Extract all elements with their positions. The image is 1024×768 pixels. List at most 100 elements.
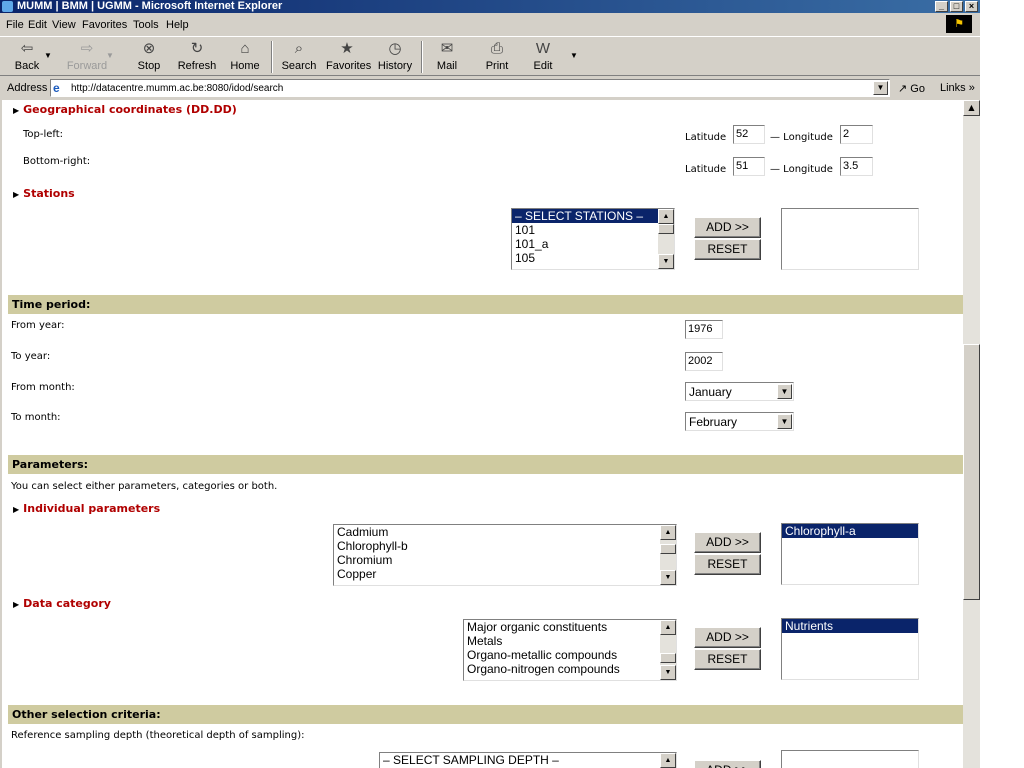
scroll-thumb[interactable] [658,224,674,234]
parameters-reset-button[interactable]: RESET [694,554,761,575]
category-add-button[interactable]: ADD >> [694,627,761,648]
home-button[interactable]: ⌂ Home [224,40,266,72]
list-item[interactable]: Copper [334,567,676,581]
maximize-button[interactable]: □ [950,1,963,12]
list-item[interactable]: Chlorophyll-b [334,539,676,553]
listbox-scrollbar[interactable]: ▲ ▼ [658,209,674,269]
menu-help[interactable]: Help [166,19,189,31]
search-icon: ⌕ [294,40,304,57]
to-year-input[interactable]: 2002 [685,352,723,371]
dropdown-arrow-icon[interactable]: ▼ [777,384,792,399]
scroll-up-icon[interactable]: ▲ [660,525,676,540]
ie-app-icon [2,1,13,12]
listbox-scrollbar[interactable]: ▲ ▼ [660,525,676,585]
parameters-add-button[interactable]: ADD >> [694,532,761,553]
list-item[interactable]: 101_a [512,237,674,251]
data-category-listbox[interactable]: Major organic constituents Metals Organo… [463,619,677,681]
standard-toolbar: ⇦ Back ▼ ⇨ Forward ▼ ⊗ Stop ↻ Refresh ⌂ Home … [0,36,980,76]
other-criteria-header: Other selection criteria: [8,705,963,724]
go-button[interactable]: ↗ Go [898,82,925,95]
address-input[interactable]: e http://datacentre.mumm.ac.be:8080/idod… [50,79,890,97]
forward-dropdown-icon[interactable]: ▼ [106,51,114,60]
history-icon: ◷ [388,40,402,57]
word-edit-icon: W [535,40,551,57]
scroll-down-icon[interactable]: ▼ [660,665,676,680]
list-item[interactable]: Nutrients [782,619,918,633]
stations-reset-button[interactable]: RESET [694,239,761,260]
scroll-up-icon[interactable]: ▲ [660,753,676,768]
top-left-longitude-input[interactable]: 2 [840,125,873,144]
bottom-right-lat-label: Latitude [685,164,727,175]
list-item[interactable]: Chlorophyll-a [782,524,918,538]
scroll-down-icon[interactable]: ▼ [660,570,676,585]
back-dropdown-icon[interactable]: ▼ [44,51,52,60]
selected-parameters-listbox[interactable]: Chlorophyll-a [781,523,919,585]
bottom-right-lon-label: — Longitude [770,164,833,175]
listbox-scrollbar[interactable]: ▲ [660,753,676,768]
close-button[interactable]: × [965,1,978,12]
list-item[interactable]: – SELECT STATIONS – [512,209,674,223]
stations-section-title: ▶ Stations [13,187,75,200]
forward-button[interactable]: ⇨ Forward [66,40,108,72]
menu-file[interactable]: File [6,19,24,31]
refresh-button[interactable]: ↻ Refresh [176,40,218,72]
parameters-header: Parameters: [8,455,963,474]
list-item[interactable]: 105 [512,251,674,265]
sampling-depth-listbox[interactable]: – SELECT SAMPLING DEPTH – ▲ [379,752,677,768]
top-left-lon-label: — Longitude [770,132,833,143]
top-left-latitude-input[interactable]: 52 [733,125,765,144]
list-item[interactable]: Metals [464,634,676,648]
list-item[interactable]: Organo-metallic compounds [464,648,676,662]
menu-view[interactable]: View [52,19,76,31]
bottom-right-longitude-input[interactable]: 3.5 [840,157,873,176]
edit-dropdown-icon[interactable]: ▼ [570,51,578,60]
address-url[interactable]: http://datacentre.mumm.ac.be:8080/idod/s… [71,83,283,94]
scroll-up-icon[interactable]: ▲ [660,620,676,635]
back-button[interactable]: ⇦ Back [6,40,48,72]
menu-tools[interactable]: Tools [133,19,159,31]
links-button[interactable]: Links » [940,82,975,94]
list-item[interactable]: Chromium [334,553,676,567]
top-left-lat-label: Latitude [685,132,727,143]
stop-button[interactable]: ⊗ Stop [128,40,170,72]
list-item[interactable]: Major organic constituents [464,620,676,634]
mail-icon: ✉ [440,40,454,57]
page-scrollbar[interactable]: ▲ [963,100,980,768]
list-item[interactable]: Cadmium [334,525,676,539]
print-button[interactable]: ⎙ Print [476,40,518,72]
selected-stations-listbox[interactable] [781,208,919,270]
scroll-up-icon[interactable]: ▲ [658,209,674,224]
individual-parameters-listbox[interactable]: Cadmium Chlorophyll-b Chromium Copper ▲ ▼ [333,524,677,586]
windows-logo-icon: ⚑ [946,15,972,33]
search-button[interactable]: ⌕ Search [278,40,320,72]
to-month-select[interactable]: February ▼ [685,412,794,431]
edit-button[interactable]: W Edit [522,40,564,72]
from-year-input[interactable]: 1976 [685,320,723,339]
list-item[interactable]: 101 [512,223,674,237]
depth-add-button[interactable]: ADD >> [694,760,761,768]
menu-favorites[interactable]: Favorites [82,19,127,31]
bottom-right-latitude-input[interactable]: 51 [733,157,765,176]
list-item[interactable]: Organo-nitrogen compounds [464,662,676,676]
page-scroll-thumb[interactable] [963,344,980,600]
selected-categories-listbox[interactable]: Nutrients [781,618,919,680]
list-item[interactable]: – SELECT SAMPLING DEPTH – [380,753,676,767]
history-button[interactable]: ◷ History [374,40,416,72]
listbox-scrollbar[interactable]: ▲ ▼ [660,620,676,680]
category-reset-button[interactable]: RESET [694,649,761,670]
address-dropdown-icon[interactable]: ▼ [873,81,888,95]
dropdown-arrow-icon[interactable]: ▼ [777,414,792,429]
scroll-down-icon[interactable]: ▼ [658,254,674,269]
from-month-select[interactable]: January ▼ [685,382,794,401]
title-bar[interactable]: MUMM | BMM | UGMM - Microsoft Internet E… [0,0,980,13]
scroll-thumb[interactable] [660,653,676,663]
stations-add-button[interactable]: ADD >> [694,217,761,238]
scroll-up-icon[interactable]: ▲ [963,100,980,116]
favorites-button[interactable]: ★ Favorites [326,40,371,72]
minimize-button[interactable]: _ [935,1,948,12]
stations-listbox[interactable]: – SELECT STATIONS – 101 101_a 105 ▲ ▼ [511,208,675,270]
selected-depth-listbox[interactable] [781,750,919,768]
scroll-thumb[interactable] [660,544,676,554]
mail-button[interactable]: ✉ Mail [426,40,468,72]
menu-edit[interactable]: Edit [28,19,47,31]
